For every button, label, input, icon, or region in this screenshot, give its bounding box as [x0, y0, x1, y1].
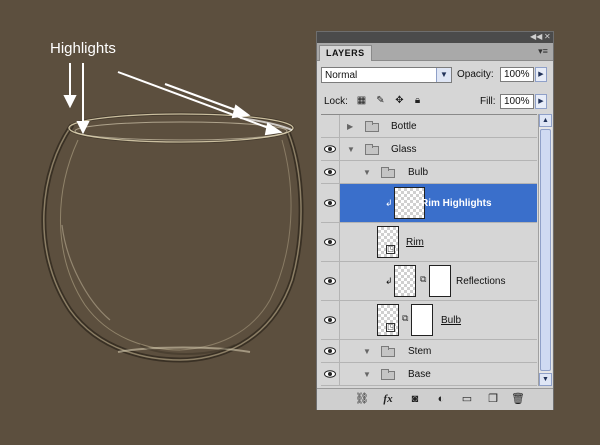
layers-toolbar: ⛓︎ fx ◙ ◐ ▭ ❐ 🗑︎	[317, 388, 553, 410]
layer-name: Base	[408, 369, 431, 380]
tab-layers[interactable]: LAYERS	[319, 45, 372, 61]
layer-name: Reflections	[456, 276, 506, 287]
layer-name: Rim Highlights	[421, 198, 492, 209]
scrollbar-thumb[interactable]	[540, 129, 551, 371]
folder-icon	[381, 167, 395, 178]
eye-icon[interactable]	[321, 138, 340, 160]
layer-name: Glass	[391, 144, 417, 155]
clipping-arrow-icon: ↲	[385, 276, 393, 286]
add-mask-icon[interactable]: ◙	[407, 392, 423, 406]
eye-icon[interactable]	[321, 223, 340, 261]
layer-name: Rim	[406, 237, 424, 248]
layer-mask-thumbnail[interactable]	[411, 304, 433, 336]
blend-mode-select[interactable]: Normal ▼	[321, 67, 452, 83]
close-icon[interactable]: ✕	[544, 32, 551, 42]
folder-icon	[381, 369, 395, 380]
expand-triangle-icon[interactable]: ▶	[347, 122, 353, 131]
visibility-toggle-empty[interactable]	[321, 115, 340, 137]
mask-link-icon[interactable]: ⧉	[402, 313, 408, 324]
fill-input[interactable]: 100%	[500, 94, 534, 109]
layer-row-base[interactable]: ▼ Base	[321, 363, 537, 386]
expand-triangle-icon[interactable]: ▼	[363, 347, 371, 356]
lock-all-icon[interactable]: 🔒︎	[412, 95, 423, 106]
adjustment-layer-icon[interactable]: ◐	[433, 392, 449, 406]
eye-icon[interactable]	[321, 340, 340, 362]
opacity-input[interactable]: 100%	[500, 67, 534, 82]
layer-row-rim-highlights[interactable]: ↲ Rim Highlights	[321, 184, 537, 223]
lock-image-pixels-icon[interactable]: ✎	[375, 95, 386, 106]
smart-object-icon: ◳	[386, 323, 395, 332]
fill-slider-arrow-icon[interactable]: ▶	[535, 94, 547, 109]
layers-list: ▶ Bottle ▼ Glass ▼ Bulb ↲ Rim Highlights	[321, 114, 537, 387]
chevron-down-icon[interactable]: ▼	[436, 68, 451, 82]
layer-row-reflections[interactable]: ↲ ⧉ Reflections	[321, 262, 537, 301]
fx-icon[interactable]: fx	[379, 392, 397, 406]
expand-triangle-icon[interactable]: ▼	[363, 370, 371, 379]
opacity-slider-arrow-icon[interactable]: ▶	[535, 67, 547, 82]
layer-row-bottle[interactable]: ▶ Bottle	[321, 115, 537, 138]
scroll-up-icon[interactable]: ▲	[539, 114, 552, 127]
new-layer-icon[interactable]: ❐	[485, 392, 501, 406]
collapse-icon[interactable]: ◀◀	[530, 32, 542, 42]
layer-name: Bulb	[441, 315, 462, 326]
blend-mode-value: Normal	[325, 70, 358, 81]
folder-icon	[381, 346, 395, 357]
panel-tab-bar: LAYERS ▾≡	[317, 43, 553, 61]
layer-thumbnail	[394, 265, 416, 297]
layer-row-bulb[interactable]: ◳ ⧉ Bulb	[321, 301, 537, 340]
eye-icon[interactable]	[321, 301, 340, 339]
lock-position-icon[interactable]: ✥	[394, 95, 405, 106]
eye-icon[interactable]	[321, 184, 340, 222]
smart-object-icon: ◳	[386, 245, 395, 254]
collapse-triangle-icon[interactable]: ▼	[363, 168, 371, 177]
layer-row-stem[interactable]: ▼ Stem	[321, 340, 537, 363]
layer-row-rim[interactable]: ◳ Rim	[321, 223, 537, 262]
link-icon[interactable]: ⛓︎	[354, 392, 370, 406]
lock-label: Lock:	[324, 96, 348, 107]
layer-row-glass[interactable]: ▼ Glass	[321, 138, 537, 161]
layer-name: Stem	[408, 346, 432, 357]
layers-scrollbar[interactable]: ▲ ▼	[538, 114, 552, 386]
layer-name: Bulb	[408, 167, 429, 178]
panel-title-strip[interactable]: ◀◀ ✕	[317, 32, 553, 43]
opacity-label: Opacity:	[457, 69, 494, 80]
eye-icon[interactable]	[321, 161, 340, 183]
layer-row-bulb-group[interactable]: ▼ Bulb	[321, 161, 537, 184]
new-group-icon[interactable]: ▭	[459, 392, 475, 406]
layer-mask-thumbnail[interactable]	[429, 265, 451, 297]
mask-link-icon[interactable]: ⧉	[420, 274, 426, 285]
annotation-arrows	[63, 63, 283, 136]
lock-transparency-icon[interactable]: ▦	[356, 95, 367, 106]
fill-label: Fill:	[480, 96, 496, 107]
layer-name: Bottle	[391, 121, 417, 132]
trash-icon[interactable]: 🗑︎	[510, 392, 526, 406]
collapse-triangle-icon[interactable]: ▼	[347, 145, 355, 154]
folder-icon	[365, 121, 379, 132]
clipping-arrow-icon: ↲	[385, 198, 393, 208]
eye-icon[interactable]	[321, 363, 340, 385]
folder-icon	[365, 144, 379, 155]
panel-menu-icon[interactable]: ▾≡	[536, 46, 550, 56]
highlights-label: Highlights	[50, 40, 116, 57]
scroll-down-icon[interactable]: ▼	[539, 373, 552, 386]
eye-icon[interactable]	[321, 262, 340, 300]
wine-glass-illustration	[41, 112, 304, 363]
layers-panel: ◀◀ ✕ LAYERS ▾≡ Normal ▼ Opacity: 100% ▶ …	[316, 31, 554, 410]
